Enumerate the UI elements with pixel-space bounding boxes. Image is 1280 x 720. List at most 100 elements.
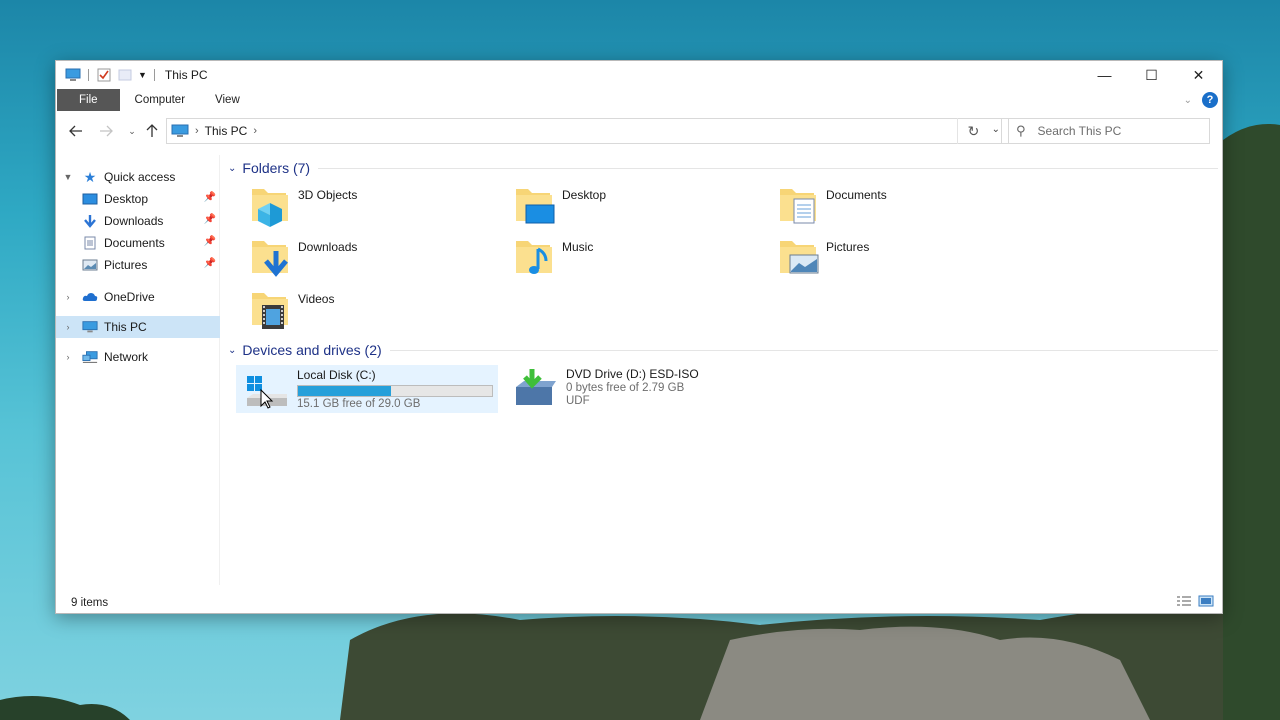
drive-usage-fill [298,386,392,396]
collapse-chevron-icon[interactable]: ▼ [62,172,74,182]
drive-free-space: 15.1 GB free of 29.0 GB [297,398,421,410]
large-icons-view-icon[interactable] [1198,595,1214,607]
drive-name: Local Disk (C:) [297,368,376,382]
folder-desktop[interactable]: Desktop [494,183,752,231]
details-view-icon[interactable] [1176,595,1192,607]
content-pane: ⌄ Folders (7) 3D Objects Desktop Documen… [222,155,1222,585]
close-button[interactable]: ✕ [1175,61,1222,89]
search-box[interactable]: ⚲ [1001,118,1210,144]
window-controls: — ☐ ✕ [1081,61,1222,89]
address-dropdown-icon[interactable]: ⌄ [992,124,1000,135]
folder-documents[interactable]: Documents [758,183,1016,231]
downloads-folder-icon [252,241,288,277]
nav-item-downloads[interactable]: Downloads 📌 [56,210,220,232]
drive-local-disk-c[interactable]: Local Disk (C:) 15.1 GB free of 29.0 GB [236,365,498,413]
customize-toolbar-icon[interactable]: ▼ [138,70,147,80]
navigation-pane: ▼ ★ Quick access Desktop 📌 Downloads 📌 D… [56,155,220,585]
breadcrumb-this-pc[interactable]: This PC [205,124,248,138]
expand-chevron-icon[interactable]: › [62,322,74,332]
up-button[interactable] [142,121,162,141]
drive-name: DVD Drive (D:) ESD-ISO [566,367,699,381]
nav-item-quick-access[interactable]: ▼ ★ Quick access [56,166,220,188]
pin-icon: 📌 [203,258,216,269]
nav-item-label: Pictures [104,258,148,272]
forward-button[interactable] [96,121,116,141]
nav-item-this-pc[interactable]: › This PC [56,316,220,338]
group-divider [389,349,1218,351]
onedrive-icon [82,289,98,305]
folder-videos[interactable]: Videos [230,287,488,335]
drive-usage-bar [297,385,493,397]
3d-objects-folder-icon [252,189,288,227]
nav-item-label: OneDrive [104,290,155,304]
drive-info: Local Disk (C:) 15.1 GB free of 29.0 GB [297,368,493,412]
minimize-button[interactable]: — [1081,61,1128,89]
breadcrumb-separator-icon[interactable]: › [253,125,257,137]
forward-arrow-icon [100,125,113,137]
group-divider [318,167,1218,169]
back-button[interactable] [66,121,86,141]
pictures-folder-icon [780,241,819,274]
this-pc-icon [82,319,98,335]
search-input[interactable] [1037,124,1188,138]
tab-computer[interactable]: Computer [120,89,201,111]
properties-icon[interactable] [96,68,112,82]
address-bar[interactable]: › This PC › ⌄ [166,118,1009,144]
folder-music[interactable]: Music [494,235,752,283]
expand-chevron-icon[interactable]: › [62,352,74,362]
downloads-icon [82,213,98,229]
expand-chevron-icon[interactable]: › [62,292,74,302]
drives-group-header[interactable]: ⌄ Devices and drives (2) [228,342,1218,358]
drive-free-space: 0 bytes free of 2.79 GB [566,382,685,394]
drive-info: DVD Drive (D:) ESD-ISO 0 bytes free of 2… [566,367,699,413]
nav-item-label: Network [104,350,149,364]
quick-access-toolbar: ▼ [56,68,157,82]
nav-item-onedrive[interactable]: › OneDrive [56,286,220,308]
tab-view[interactable]: View [200,89,255,111]
drive-filesystem: UDF [566,395,590,407]
toolbar-separator [153,69,155,81]
folder-3d-objects[interactable]: 3D Objects [230,183,488,231]
folder-pictures[interactable]: Pictures [758,235,1016,283]
new-folder-icon[interactable] [117,68,133,82]
nav-item-label: This PC [104,320,147,334]
nav-item-pictures[interactable]: Pictures 📌 [56,254,220,276]
ribbon-tabs: File Computer View ⌄ ? [56,89,1222,111]
collapse-chevron-icon[interactable]: ⌄ [228,163,236,174]
star-icon: ★ [83,168,97,185]
refresh-button[interactable]: ↻ [957,118,989,144]
nav-item-label: Downloads [104,214,164,228]
up-arrow-icon [146,124,158,137]
tab-file[interactable]: File [57,89,120,111]
group-title: Devices and drives (2) [242,342,382,358]
folder-label: Downloads [298,240,358,254]
videos-folder-icon [252,293,288,329]
desktop-folder-icon [516,189,555,224]
toolbar-separator [88,69,89,81]
help-button[interactable]: ? [1202,92,1218,108]
expand-ribbon-icon[interactable]: ⌄ [1184,95,1192,106]
folder-label: 3D Objects [298,188,358,202]
folder-label: Pictures [826,240,870,254]
this-pc-icon [171,124,189,137]
maximize-button[interactable]: ☐ [1128,61,1175,89]
nav-item-network[interactable]: › Network [56,346,220,368]
drive-dvd-d[interactable]: DVD Drive (D:) ESD-ISO 0 bytes free of 2… [506,365,768,413]
pictures-icon [82,257,98,273]
nav-item-label: Quick access [104,170,176,184]
search-icon: ⚲ [1016,123,1026,138]
breadcrumb-separator-icon[interactable]: › [195,125,199,137]
recent-locations-button[interactable]: ⌄ [122,121,142,141]
nav-item-desktop[interactable]: Desktop 📌 [56,188,220,210]
file-explorer-window: ▼ This PC — ☐ ✕ File Computer View ⌄ ? ⌄ [55,60,1223,614]
collapse-chevron-icon[interactable]: ⌄ [228,345,236,356]
folder-label: Desktop [562,188,607,202]
nav-item-documents[interactable]: Documents 📌 [56,232,220,254]
dvd-drive-icon [516,369,556,405]
pin-icon: 📌 [203,214,216,225]
pin-icon: 📌 [203,236,216,247]
folder-label: Music [562,240,594,254]
folders-group-header[interactable]: ⌄ Folders (7) [228,160,1218,176]
folder-downloads[interactable]: Downloads [230,235,488,283]
navigation-bar: ⌄ › This PC › ⌄ ↻ ⚲ [56,117,1222,145]
